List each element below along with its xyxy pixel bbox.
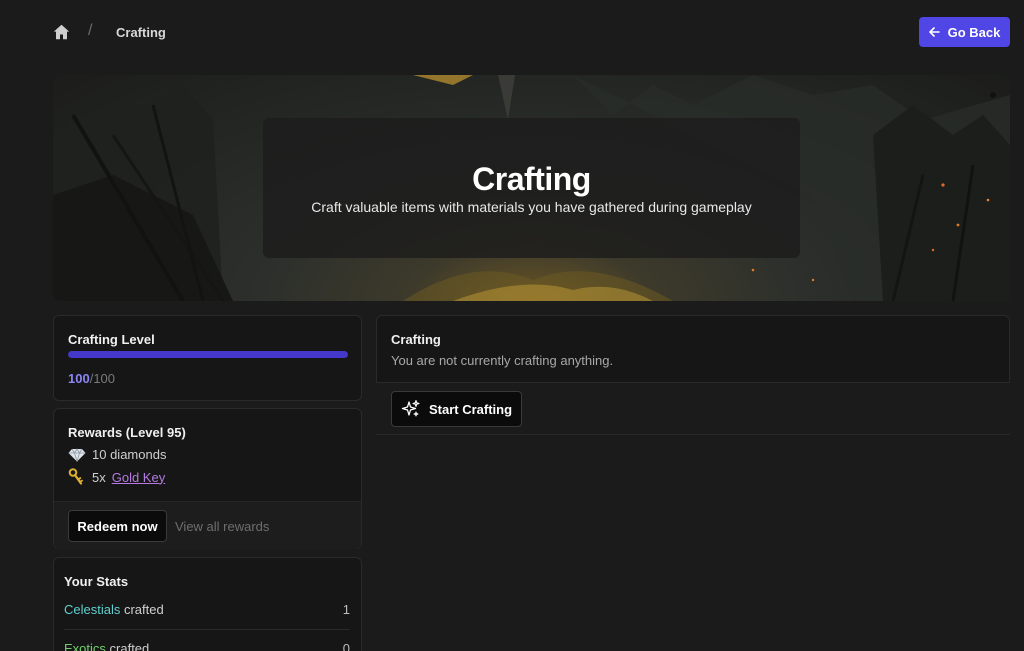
gold-key-link[interactable]: Gold Key bbox=[112, 470, 165, 485]
stat-highlight-celestials: Celestials bbox=[64, 602, 121, 617]
reward-diamonds-text: 10 diamonds bbox=[92, 447, 167, 462]
start-crafting-label: Start Crafting bbox=[428, 401, 513, 417]
view-all-rewards-link[interactable]: View all rewards bbox=[175, 519, 269, 534]
stat-suffix: crafted bbox=[120, 602, 164, 617]
crafting-level-card: Crafting Level 100/100 bbox=[53, 315, 362, 401]
start-crafting-button[interactable]: Start Crafting bbox=[391, 391, 522, 427]
your-stats-card: Your Stats Celestials crafted 1 Exotics … bbox=[53, 557, 362, 651]
hero-title: Crafting bbox=[472, 161, 591, 197]
crafting-level-value: 100/100 bbox=[68, 371, 115, 386]
crafting-actions: Start Crafting bbox=[376, 383, 1010, 435]
stat-highlight-exotics: Exotics bbox=[64, 641, 106, 651]
stat-label: Celestials crafted bbox=[64, 602, 164, 617]
arrow-left-icon bbox=[928, 27, 940, 37]
crafting-level-max: /100 bbox=[89, 371, 116, 386]
breadcrumb-separator: / bbox=[88, 22, 93, 39]
reward-item: 5x Gold Key bbox=[68, 468, 165, 486]
breadcrumb-current: Crafting bbox=[116, 25, 166, 40]
hero-subtitle: Craft valuable items with materials you … bbox=[311, 199, 752, 215]
sparkles-icon bbox=[401, 399, 420, 417]
crafting-level-current: 100 bbox=[68, 371, 90, 386]
crafting-level-progress-bar bbox=[68, 351, 348, 358]
top-bar: / Crafting Go Back bbox=[0, 0, 1024, 64]
stat-value: 0 bbox=[342, 641, 350, 651]
crafting-status-card: Crafting You are not currently crafting … bbox=[376, 315, 1010, 383]
stat-label: Exotics crafted bbox=[64, 641, 149, 651]
rewards-title: Rewards (Level 95) bbox=[68, 425, 186, 440]
stat-suffix: crafted bbox=[105, 641, 150, 651]
reward-item: 10 diamonds bbox=[68, 447, 166, 462]
home-icon[interactable] bbox=[53, 24, 70, 40]
your-stats-title: Your Stats bbox=[64, 574, 129, 589]
redeem-now-button[interactable]: Redeem now bbox=[68, 510, 167, 542]
stat-divider bbox=[64, 629, 350, 630]
stat-row: Exotics crafted 0 bbox=[64, 641, 350, 651]
hero-card: Crafting Craft valuable items with mater… bbox=[263, 118, 800, 258]
rewards-card: Rewards (Level 95) 10 diamonds 5x Gold K… bbox=[53, 408, 362, 549]
rewards-footer: Redeem now View all rewards bbox=[54, 501, 361, 549]
reward-gold-key-prefix: 5x bbox=[92, 469, 106, 485]
hero-banner: Crafting Craft valuable items with mater… bbox=[53, 75, 1010, 301]
crafting-level-label: Crafting Level bbox=[68, 332, 155, 347]
crafting-status-title: Crafting bbox=[391, 332, 441, 347]
crafting-level-progress-fill bbox=[68, 351, 348, 358]
go-back-label: Go Back bbox=[947, 24, 1001, 40]
go-back-button[interactable]: Go Back bbox=[919, 17, 1010, 47]
stat-row: Celestials crafted 1 bbox=[64, 602, 350, 617]
diamond-icon bbox=[68, 447, 86, 462]
crafting-status-text: You are not currently crafting anything. bbox=[391, 353, 614, 368]
gold-key-icon bbox=[68, 468, 83, 485]
stat-value: 1 bbox=[342, 602, 350, 617]
